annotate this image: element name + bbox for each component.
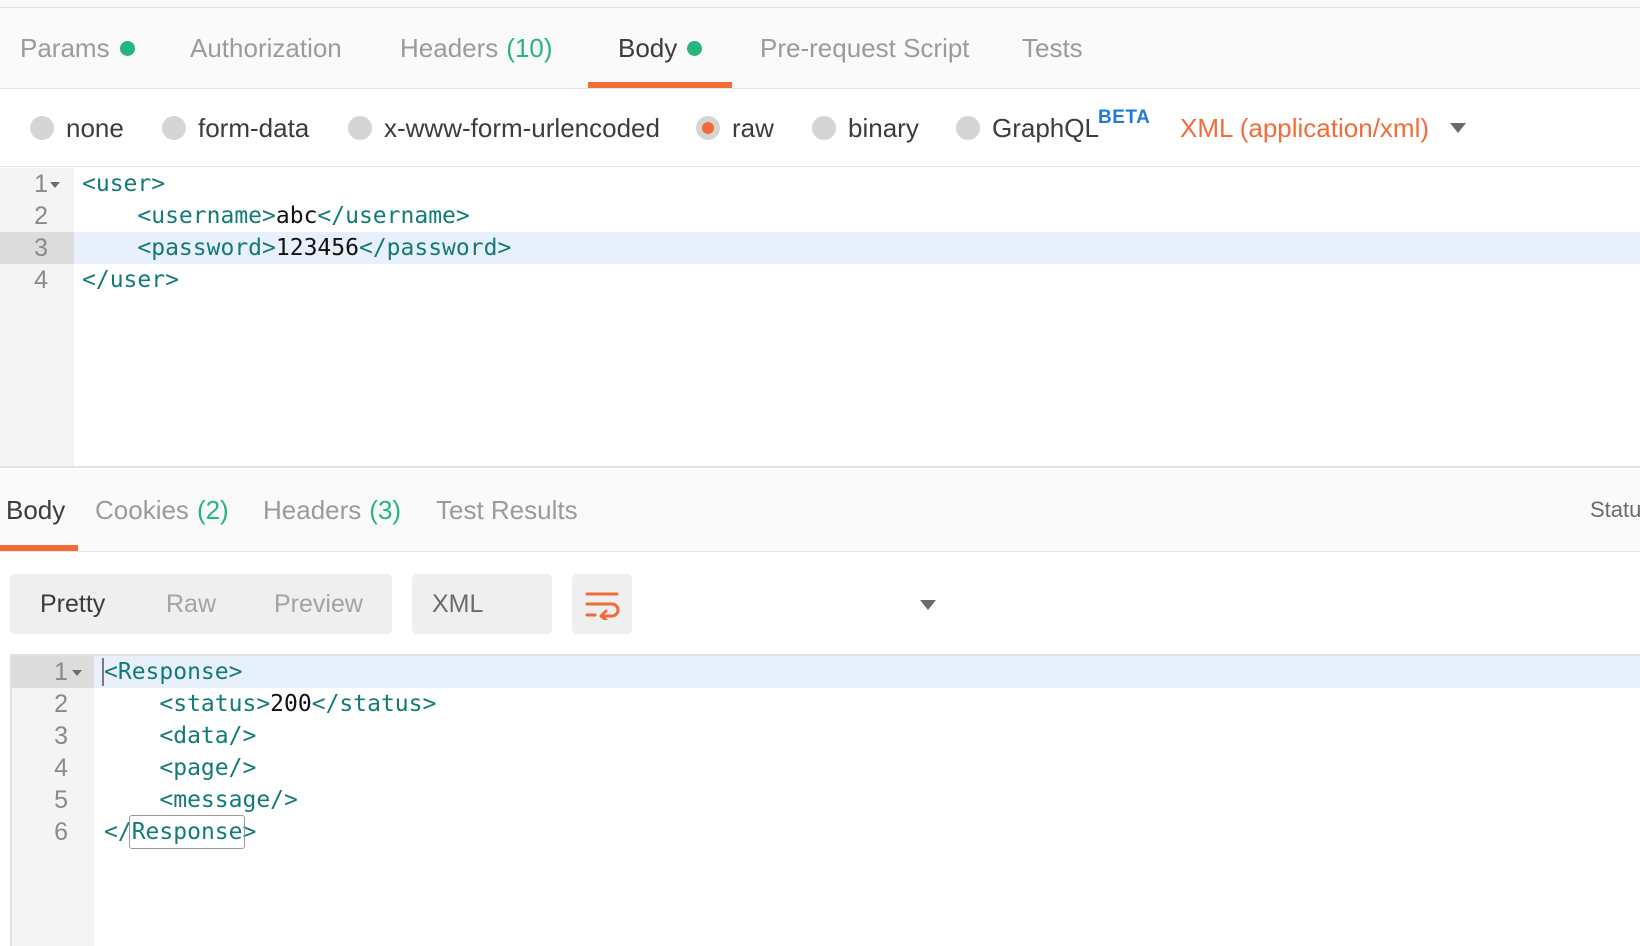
response-headers-count: (3) — [369, 494, 402, 525]
radio-none[interactable]: none — [30, 89, 124, 167]
code-line: <data/> — [159, 723, 257, 749]
response-tab-headers[interactable]: Headers (3) — [263, 470, 401, 550]
request-body-editor[interactable]: 1 2 3 4 <user> <username> abc </username> … — [0, 168, 1640, 468]
view-mode-group: Pretty Raw Preview — [10, 574, 392, 634]
code-line: <user> — [82, 171, 166, 197]
line-number: 5 — [54, 785, 68, 814]
tab-tests[interactable]: Tests — [1022, 8, 1083, 88]
tab-headers[interactable]: Headers (10) — [400, 8, 553, 88]
code-line: <message/> — [159, 787, 298, 813]
line-number: 2 — [34, 201, 48, 230]
active-tab-underline — [588, 82, 732, 88]
tab-params[interactable]: Params — [20, 8, 135, 88]
language-dropdown[interactable]: XML (application/xml) — [1180, 89, 1429, 167]
matching-tag-highlight: Response — [128, 815, 246, 849]
tab-pre-request-script[interactable]: Pre-request Script — [760, 8, 970, 88]
view-preview-button[interactable]: Preview — [274, 574, 363, 634]
cookies-count: (2) — [196, 494, 229, 525]
chevron-down-icon — [920, 600, 936, 610]
chevron-down-icon[interactable] — [1450, 123, 1466, 133]
view-raw-button[interactable]: Raw — [166, 574, 216, 634]
code-line: <password> 123456 </password> — [137, 235, 512, 261]
response-tabs: Body Cookies (2) Headers (3) Test Result… — [0, 470, 1640, 552]
active-line-highlight — [94, 656, 1640, 688]
radio-circle-checked — [696, 116, 720, 140]
radio-circle — [162, 116, 186, 140]
body-type-selector: none form-data x-www-form-urlencoded raw… — [0, 89, 1640, 167]
fold-caret-icon[interactable] — [72, 670, 82, 676]
radio-circle — [348, 116, 372, 140]
line-number: 1 — [34, 169, 48, 198]
response-tab-cookies[interactable]: Cookies (2) — [95, 470, 229, 550]
format-dropdown[interactable]: XML — [412, 574, 936, 634]
request-tabs: Params Authorization Headers (10) Body P… — [0, 8, 1640, 89]
radio-form-data[interactable]: form-data — [162, 89, 309, 167]
code-line: </user> — [82, 267, 179, 293]
response-tab-body[interactable]: Body — [6, 470, 65, 550]
tab-body[interactable]: Body — [618, 8, 703, 88]
line-number: 3 — [54, 721, 68, 750]
line-number: 6 — [54, 817, 68, 846]
wrap-lines-button[interactable] — [572, 574, 632, 634]
code-line: <username> abc </username> — [137, 203, 470, 229]
radio-circle — [956, 116, 980, 140]
fold-caret-icon[interactable] — [50, 182, 60, 188]
line-number: 4 — [34, 265, 48, 294]
radio-circle — [30, 116, 54, 140]
wrap-lines-icon — [585, 592, 620, 620]
radio-circle — [812, 116, 836, 140]
view-pretty-button[interactable]: Pretty — [40, 574, 105, 634]
code-line: <status> 200 </status> — [159, 691, 437, 717]
radio-x-www-form-urlencoded[interactable]: x-www-form-urlencoded — [348, 89, 660, 167]
graphql-beta-badge: BETA — [1098, 107, 1151, 128]
tab-authorization[interactable]: Authorization — [190, 8, 342, 88]
top-strip — [0, 0, 1640, 8]
headers-count: (10) — [506, 32, 553, 63]
line-number: 1 — [54, 657, 68, 686]
response-tab-test-results[interactable]: Test Results — [436, 470, 578, 550]
line-number: 3 — [34, 233, 48, 262]
code-line: </Response > — [104, 815, 256, 849]
code-line: <page/> — [159, 755, 257, 781]
params-indicator-dot — [119, 40, 135, 56]
radio-graphql[interactable]: GraphQL — [956, 89, 1099, 167]
response-body-viewer[interactable]: 1 2 3 4 5 6 <Response> <status> 200 </stat… — [10, 654, 1640, 946]
body-indicator-dot — [687, 40, 703, 56]
radio-binary[interactable]: binary — [812, 89, 919, 167]
status-label: Statu — [1590, 497, 1640, 522]
active-response-tab-underline — [0, 545, 78, 551]
line-number: 2 — [54, 689, 68, 718]
radio-raw[interactable]: raw — [696, 89, 774, 167]
code-line: <Response> — [104, 659, 243, 685]
line-number: 4 — [54, 753, 68, 782]
